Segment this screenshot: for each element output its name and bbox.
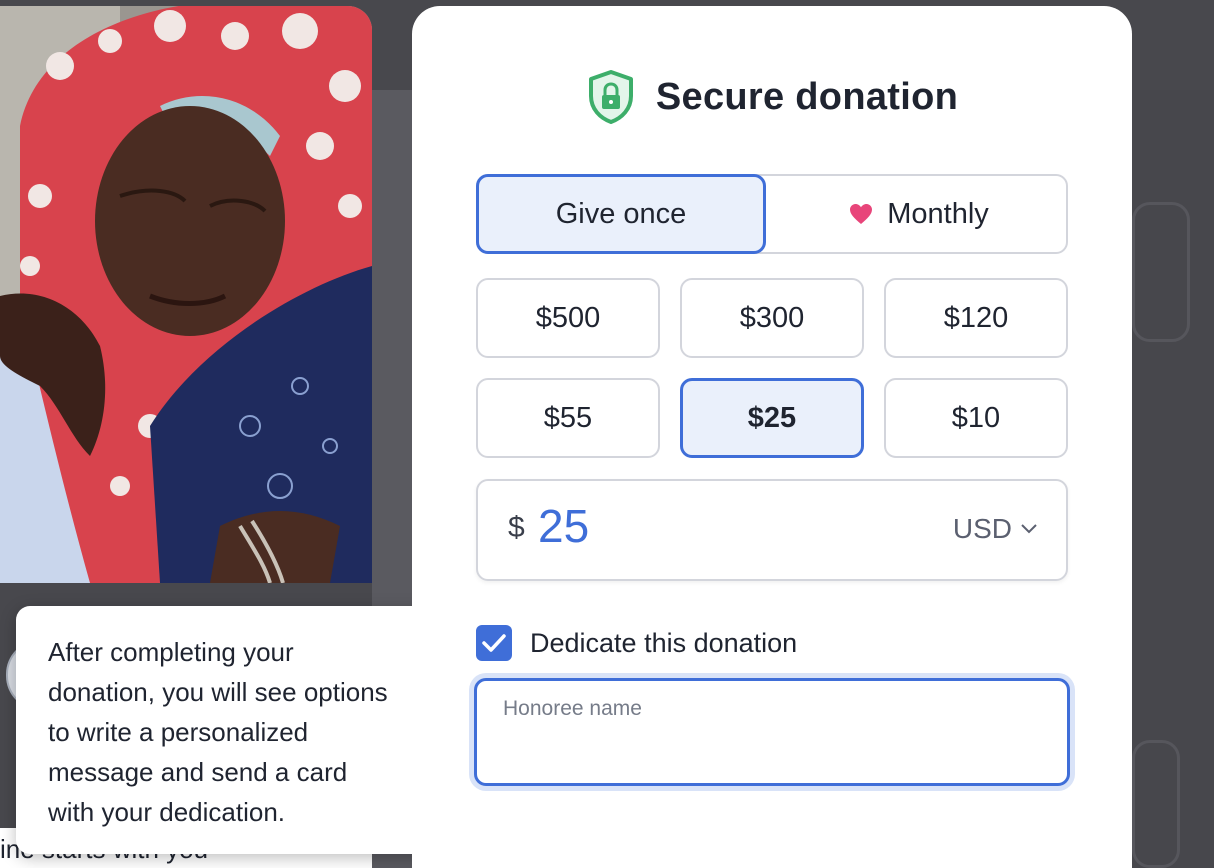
- chevron-down-icon: [1021, 524, 1037, 534]
- dedicate-checkbox-row[interactable]: Dedicate this donation: [476, 624, 797, 662]
- hero-photo: [0, 6, 372, 583]
- background-ghost-box: [1132, 202, 1190, 342]
- modal-header: Secure donation: [412, 62, 1132, 132]
- dedicate-checkbox[interactable]: [476, 625, 512, 661]
- amount-button-120[interactable]: $120: [884, 278, 1068, 358]
- honoree-name-input[interactable]: [474, 678, 1070, 786]
- monthly-label: Monthly: [887, 197, 989, 230]
- custom-amount-field[interactable]: $ 25 USD: [476, 479, 1068, 581]
- donation-modal: Secure donation Give once Monthly $500 $…: [412, 6, 1132, 868]
- currency-symbol: $: [508, 511, 525, 544]
- amount-button-300[interactable]: $300: [680, 278, 864, 358]
- amount-button-10[interactable]: $10: [884, 378, 1068, 458]
- hero-photo-image: [0, 6, 372, 583]
- tooltip-line: with your dedication.: [48, 797, 286, 827]
- modal-title: Secure donation: [655, 75, 959, 118]
- amount-label: $500: [535, 301, 601, 334]
- currency-dropdown[interactable]: USD: [953, 513, 1038, 545]
- monthly-button[interactable]: Monthly: [766, 174, 1072, 254]
- shield-lock-icon: [588, 70, 633, 124]
- amount-value[interactable]: 25: [538, 499, 589, 553]
- amount-label: $120: [943, 301, 1009, 334]
- give-once-label: Give once: [555, 197, 687, 230]
- dedicate-label: Dedicate this donation: [530, 627, 798, 658]
- frequency-toggle: Give once Monthly: [476, 174, 1068, 254]
- amount-label: $10: [951, 401, 1001, 434]
- dedication-tooltip: After completing your donation, you will…: [16, 606, 456, 854]
- amount-button-500[interactable]: $500: [476, 278, 660, 358]
- background-ghost-box: [1132, 740, 1180, 868]
- currency-code: USD: [952, 513, 1012, 544]
- checkmark-icon: [482, 634, 506, 652]
- tooltip-line: donation, you will see options: [48, 677, 388, 707]
- amount-label: $55: [543, 401, 593, 434]
- tooltip-line: to write a personalized: [48, 717, 309, 747]
- amount-label: $25: [747, 401, 797, 434]
- amount-button-25[interactable]: $25: [680, 378, 864, 458]
- heart-icon: [850, 204, 873, 224]
- amount-button-55[interactable]: $55: [476, 378, 660, 458]
- tooltip-line: message and send a card: [48, 757, 348, 787]
- give-once-button[interactable]: Give once: [476, 174, 766, 254]
- amount-label: $300: [739, 301, 805, 334]
- tooltip-line: After completing your: [48, 637, 294, 667]
